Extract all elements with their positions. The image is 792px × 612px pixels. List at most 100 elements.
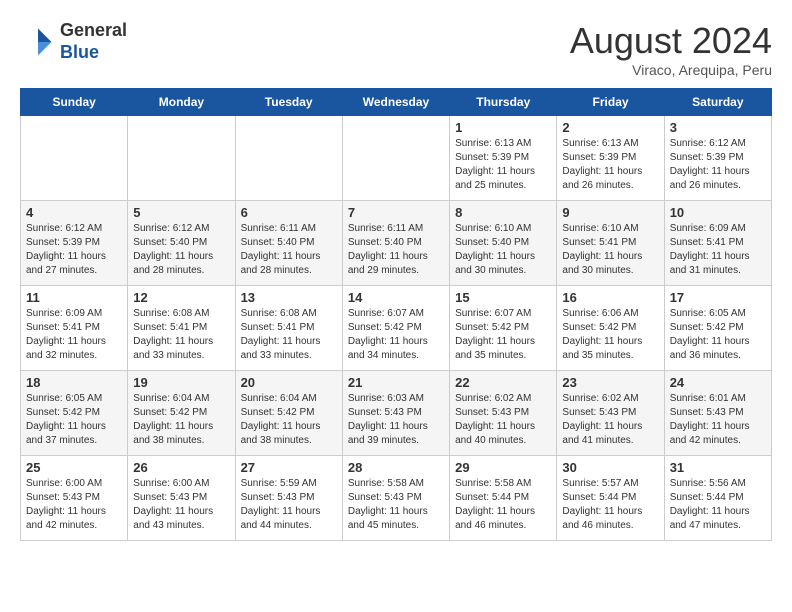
cell-text: Sunrise: 6:09 AMSunset: 5:41 PMDaylight:… [26, 308, 106, 361]
day-number: 9 [562, 205, 658, 220]
cell-text: Sunrise: 6:12 AMSunset: 5:40 PMDaylight:… [133, 223, 213, 276]
day-number: 1 [455, 120, 551, 135]
location: Viraco, Arequipa, Peru [570, 62, 772, 78]
day-number: 17 [670, 290, 766, 305]
calendar-week-row: 25Sunrise: 6:00 AMSunset: 5:43 PMDayligh… [21, 456, 772, 541]
day-number: 28 [348, 460, 444, 475]
cell-text: Sunrise: 6:00 AMSunset: 5:43 PMDaylight:… [133, 478, 213, 531]
calendar-cell: 14Sunrise: 6:07 AMSunset: 5:42 PMDayligh… [342, 286, 449, 371]
calendar-cell: 11Sunrise: 6:09 AMSunset: 5:41 PMDayligh… [21, 286, 128, 371]
calendar-cell: 23Sunrise: 6:02 AMSunset: 5:43 PMDayligh… [557, 371, 664, 456]
weekday-header-row: SundayMondayTuesdayWednesdayThursdayFrid… [21, 89, 772, 116]
cell-text: Sunrise: 5:58 AMSunset: 5:44 PMDaylight:… [455, 478, 535, 531]
calendar-cell: 10Sunrise: 6:09 AMSunset: 5:41 PMDayligh… [664, 201, 771, 286]
calendar-cell: 28 Sunrise: 5:58 AMSunset: 5:43 PMDayligh… [342, 456, 449, 541]
cell-text: Sunrise: 6:07 AMSunset: 5:42 PMDaylight:… [455, 308, 535, 361]
calendar-cell: 24 Sunrise: 6:01 AMSunset: 5:43 PMDayligh… [664, 371, 771, 456]
cell-text: Sunrise: 6:03 AMSunset: 5:43 PMDaylight:… [348, 393, 428, 446]
cell-text: Sunrise: 6:10 AMSunset: 5:41 PMDaylight:… [562, 223, 642, 276]
cell-text: Sunrise: 6:08 AMSunset: 5:41 PMDaylight:… [133, 308, 213, 361]
calendar-cell [21, 116, 128, 201]
day-number: 26 [133, 460, 229, 475]
day-number: 27 [241, 460, 337, 475]
calendar-cell: 27 Sunrise: 5:59 AMSunset: 5:43 PMDayligh… [235, 456, 342, 541]
calendar-cell: 6Sunrise: 6:11 AMSunset: 5:40 PMDaylight… [235, 201, 342, 286]
weekday-header: Tuesday [235, 89, 342, 116]
cell-text: Sunrise: 6:02 AMSunset: 5:43 PMDaylight:… [455, 393, 535, 446]
calendar-cell: 12Sunrise: 6:08 AMSunset: 5:41 PMDayligh… [128, 286, 235, 371]
cell-text: Sunrise: 6:12 AMSunset: 5:39 PMDaylight:… [26, 223, 106, 276]
cell-text: Sunrise: 5:56 AMSunset: 5:44 PMDaylight:… [670, 478, 750, 531]
cell-text: Sunrise: 6:05 AMSunset: 5:42 PMDaylight:… [670, 308, 750, 361]
cell-text: Sunrise: 6:13 AMSunset: 5:39 PMDaylight:… [455, 138, 535, 191]
calendar-cell: 17 Sunrise: 6:05 AMSunset: 5:42 PMDayligh… [664, 286, 771, 371]
day-number: 15 [455, 290, 551, 305]
cell-text: Sunrise: 6:05 AMSunset: 5:42 PMDaylight:… [26, 393, 106, 446]
logo-blue: Blue [60, 42, 99, 62]
calendar-cell: 5 Sunrise: 6:12 AMSunset: 5:40 PMDaylight… [128, 201, 235, 286]
day-number: 8 [455, 205, 551, 220]
day-number: 20 [241, 375, 337, 390]
calendar-cell: 31 Sunrise: 5:56 AMSunset: 5:44 PMDayligh… [664, 456, 771, 541]
calendar-cell: 29 Sunrise: 5:58 AMSunset: 5:44 PMDayligh… [450, 456, 557, 541]
calendar-cell [342, 116, 449, 201]
cell-text: Sunrise: 5:59 AMSunset: 5:43 PMDaylight:… [241, 478, 321, 531]
cell-text: Sunrise: 6:12 AMSunset: 5:39 PMDaylight:… [670, 138, 750, 191]
cell-text: Sunrise: 6:06 AMSunset: 5:42 PMDaylight:… [562, 308, 642, 361]
day-number: 29 [455, 460, 551, 475]
calendar-cell: 1 Sunrise: 6:13 AMSunset: 5:39 PMDaylight… [450, 116, 557, 201]
calendar-cell: 9 Sunrise: 6:10 AMSunset: 5:41 PMDaylight… [557, 201, 664, 286]
day-number: 14 [348, 290, 444, 305]
day-number: 18 [26, 375, 122, 390]
day-number: 6 [241, 205, 337, 220]
cell-text: Sunrise: 6:01 AMSunset: 5:43 PMDaylight:… [670, 393, 750, 446]
title-block: August 2024 Viraco, Arequipa, Peru [570, 20, 772, 78]
day-number: 13 [241, 290, 337, 305]
calendar-cell [128, 116, 235, 201]
calendar-cell: 8 Sunrise: 6:10 AMSunset: 5:40 PMDaylight… [450, 201, 557, 286]
cell-text: Sunrise: 5:57 AMSunset: 5:44 PMDaylight:… [562, 478, 642, 531]
logo-text: General Blue [60, 20, 127, 63]
cell-text: Sunrise: 6:02 AMSunset: 5:43 PMDaylight:… [562, 393, 642, 446]
weekday-header: Friday [557, 89, 664, 116]
weekday-header: Monday [128, 89, 235, 116]
page-header: General Blue August 2024 Viraco, Arequip… [20, 20, 772, 78]
day-number: 31 [670, 460, 766, 475]
cell-text: Sunrise: 5:58 AMSunset: 5:43 PMDaylight:… [348, 478, 428, 531]
weekday-header: Saturday [664, 89, 771, 116]
cell-text: Sunrise: 6:10 AMSunset: 5:40 PMDaylight:… [455, 223, 535, 276]
day-number: 3 [670, 120, 766, 135]
weekday-header: Sunday [21, 89, 128, 116]
day-number: 2 [562, 120, 658, 135]
day-number: 5 [133, 205, 229, 220]
calendar-cell [235, 116, 342, 201]
calendar-table: SundayMondayTuesdayWednesdayThursdayFrid… [20, 88, 772, 541]
calendar-week-row: 1 Sunrise: 6:13 AMSunset: 5:39 PMDaylight… [21, 116, 772, 201]
weekday-header: Wednesday [342, 89, 449, 116]
calendar-cell: 21 Sunrise: 6:03 AMSunset: 5:43 PMDayligh… [342, 371, 449, 456]
logo-general: General [60, 20, 127, 40]
day-number: 4 [26, 205, 122, 220]
calendar-cell: 15 Sunrise: 6:07 AMSunset: 5:42 PMDayligh… [450, 286, 557, 371]
day-number: 7 [348, 205, 444, 220]
cell-text: Sunrise: 6:11 AMSunset: 5:40 PMDaylight:… [348, 223, 428, 276]
logo-icon [20, 24, 56, 60]
calendar-cell: 20Sunrise: 6:04 AMSunset: 5:42 PMDayligh… [235, 371, 342, 456]
day-number: 21 [348, 375, 444, 390]
weekday-header: Thursday [450, 89, 557, 116]
logo: General Blue [20, 20, 127, 63]
cell-text: Sunrise: 6:09 AMSunset: 5:41 PMDaylight:… [670, 223, 750, 276]
calendar-cell: 2 Sunrise: 6:13 AMSunset: 5:39 PMDaylight… [557, 116, 664, 201]
calendar-week-row: 11Sunrise: 6:09 AMSunset: 5:41 PMDayligh… [21, 286, 772, 371]
day-number: 24 [670, 375, 766, 390]
day-number: 30 [562, 460, 658, 475]
calendar-cell: 18 Sunrise: 6:05 AMSunset: 5:42 PMDayligh… [21, 371, 128, 456]
day-number: 22 [455, 375, 551, 390]
calendar-cell: 7 Sunrise: 6:11 AMSunset: 5:40 PMDaylight… [342, 201, 449, 286]
calendar-week-row: 18 Sunrise: 6:05 AMSunset: 5:42 PMDayligh… [21, 371, 772, 456]
calendar-cell: 19Sunrise: 6:04 AMSunset: 5:42 PMDayligh… [128, 371, 235, 456]
cell-text: Sunrise: 6:13 AMSunset: 5:39 PMDaylight:… [562, 138, 642, 191]
day-number: 19 [133, 375, 229, 390]
calendar-cell: 22 Sunrise: 6:02 AMSunset: 5:43 PMDayligh… [450, 371, 557, 456]
calendar-cell: 30 Sunrise: 5:57 AMSunset: 5:44 PMDayligh… [557, 456, 664, 541]
